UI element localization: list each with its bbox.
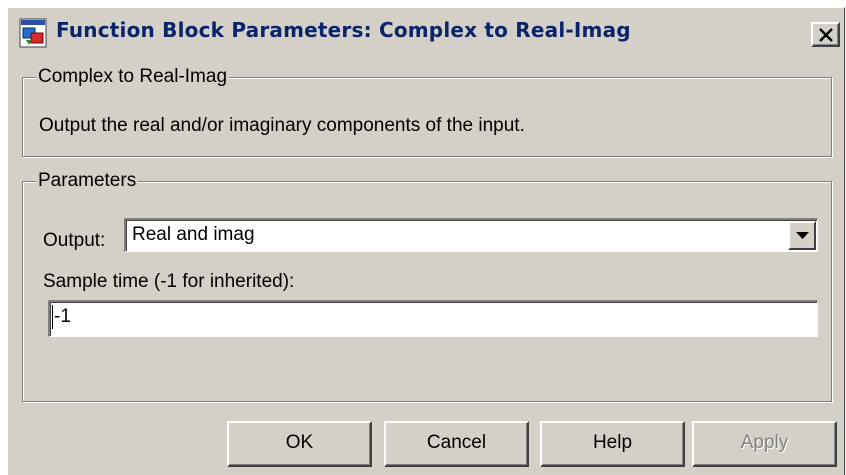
close-button[interactable]	[811, 22, 840, 47]
ok-button[interactable]: OK	[227, 421, 372, 467]
window-title: Function Block Parameters: Complex to Re…	[56, 18, 631, 42]
text-caret	[52, 305, 53, 329]
apply-button[interactable]: Apply	[692, 421, 837, 467]
title-bar[interactable]: Function Block Parameters: Complex to Re…	[11, 11, 842, 59]
help-button[interactable]: Help	[540, 421, 685, 467]
simulink-block-icon	[19, 18, 47, 48]
output-label: Output:	[43, 230, 106, 251]
output-dropdown-button[interactable]	[788, 221, 816, 250]
output-select[interactable]: Real and imag	[124, 218, 818, 252]
cancel-button[interactable]: Cancel	[384, 421, 529, 467]
sample-time-value: -1	[54, 306, 71, 327]
output-select-value: Real and imag	[132, 224, 255, 245]
dialog-window: Function Block Parameters: Complex to Re…	[7, 7, 845, 475]
sample-time-input[interactable]: -1	[48, 300, 818, 337]
description-group-title: Complex to Real-Imag	[36, 66, 230, 87]
parameters-group-title: Parameters	[36, 170, 139, 191]
sample-time-label: Sample time (-1 for inherited):	[43, 271, 295, 292]
block-description: Output the real and/or imaginary compone…	[39, 115, 525, 136]
